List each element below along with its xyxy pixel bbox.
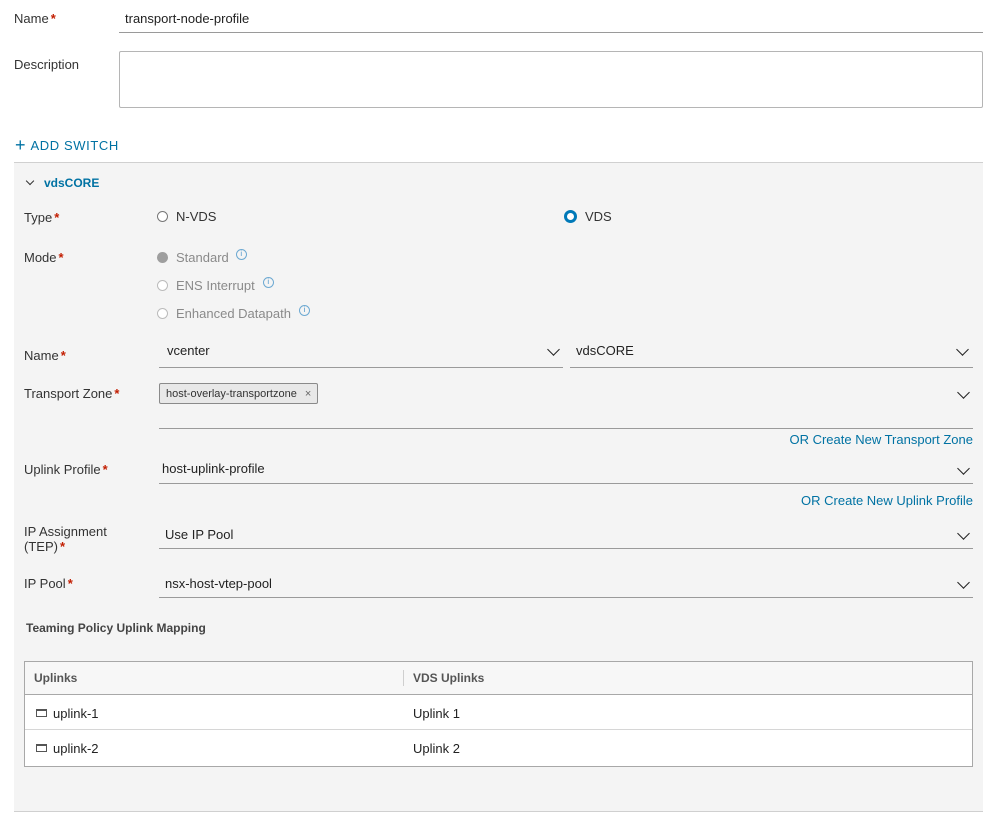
mode-label: Mode *	[24, 250, 64, 265]
row-uplink: uplink-1	[53, 706, 99, 721]
chevron-down-icon	[956, 343, 969, 356]
radio-selected-icon	[564, 210, 577, 223]
ip-assignment-value: Use IP Pool	[165, 527, 234, 542]
add-switch-button[interactable]: + ADD SWITCH	[15, 136, 119, 154]
vds-select-value: vdsCORE	[576, 343, 634, 358]
table-row[interactable]: uplink-1 Uplink 1	[25, 695, 972, 730]
type-label: Type *	[24, 210, 60, 225]
vcenter-select[interactable]: vcenter	[159, 339, 563, 368]
chevron-down-icon	[547, 343, 560, 356]
ip-assignment-label-line1: IP Assignment	[24, 524, 107, 539]
mode-radio-enhanced-datapath: Enhanced Datapath i	[157, 305, 310, 321]
switch-title[interactable]: vdsCORE	[44, 176, 99, 190]
name-label: Name *	[14, 11, 56, 26]
ip-pool-label: IP Pool *	[24, 576, 73, 591]
chevron-down-icon	[957, 386, 970, 399]
uplink-profile-select[interactable]: host-uplink-profile	[159, 456, 973, 484]
mode-radio-ens-interrupt: ENS Interrupt i	[157, 277, 274, 293]
remove-chip-icon[interactable]: ×	[305, 388, 311, 400]
transport-zone-label: Transport Zone *	[24, 386, 120, 401]
row-vds-uplink[interactable]: Uplink 1	[413, 706, 460, 721]
row-uplink: uplink-2	[53, 741, 99, 756]
info-icon[interactable]: i	[235, 249, 247, 260]
ip-assignment-label-line2: (TEP)	[24, 539, 58, 554]
transport-zone-chip-label: host-overlay-transportzone	[166, 387, 297, 400]
type-radio-vds[interactable]: VDS	[564, 209, 612, 224]
mode-option-enhanced-label: Enhanced Datapath	[176, 306, 291, 321]
vds-select[interactable]: vdsCORE	[570, 339, 973, 368]
chevron-down-icon	[957, 462, 970, 475]
plus-icon: +	[15, 135, 26, 155]
description-textarea[interactable]	[119, 51, 983, 108]
radio-disabled-selected-icon	[157, 252, 168, 263]
uplink-icon	[36, 709, 47, 717]
mode-option-standard-label: Standard	[176, 250, 229, 265]
create-uplink-profile-link[interactable]: OR Create New Uplink Profile	[801, 493, 973, 508]
info-icon[interactable]: i	[298, 305, 310, 316]
radio-disabled-icon	[157, 308, 168, 319]
uplink-profile-value: host-uplink-profile	[162, 461, 265, 476]
type-radio-nvds[interactable]: N-VDS	[157, 209, 216, 224]
uplink-profile-label: Uplink Profile *	[24, 462, 108, 477]
row-vds-uplink[interactable]: Uplink 2	[413, 741, 460, 756]
chevron-down-icon	[957, 576, 970, 589]
radio-disabled-icon	[157, 280, 168, 291]
radio-unselected-icon	[157, 211, 168, 222]
collapse-toggle[interactable]	[25, 176, 35, 186]
teaming-policy-heading: Teaming Policy Uplink Mapping	[26, 621, 206, 635]
transport-zone-chip: host-overlay-transportzone ×	[159, 383, 319, 404]
column-header-uplinks[interactable]: Uplinks	[34, 671, 77, 685]
vcenter-select-value: vcenter	[167, 343, 210, 358]
name-input[interactable]: transport-node-profile	[119, 6, 983, 33]
chevron-down-icon	[25, 176, 35, 186]
chevron-down-icon	[957, 527, 970, 540]
uplink-icon	[36, 744, 47, 752]
create-transport-zone-link[interactable]: OR Create New Transport Zone	[789, 432, 973, 447]
mode-option-ens-label: ENS Interrupt	[176, 278, 255, 293]
ip-pool-select[interactable]: nsx-host-vtep-pool	[159, 570, 973, 598]
table-row[interactable]: uplink-2 Uplink 2	[25, 730, 972, 765]
column-divider	[403, 670, 404, 686]
type-option-nvds-label: N-VDS	[176, 209, 217, 224]
uplink-mapping-grid: Uplinks VDS Uplinks uplink-1 Uplink 1 up…	[24, 661, 973, 767]
type-option-vds-label: VDS	[585, 209, 612, 224]
ip-assignment-label: IP Assignment (TEP) *	[24, 524, 107, 554]
switch-name-label: Name *	[24, 348, 66, 363]
description-label: Description	[14, 57, 80, 72]
ip-assignment-select[interactable]: Use IP Pool	[159, 521, 973, 549]
name-input-value: transport-node-profile	[125, 11, 250, 26]
mode-radio-standard: Standard i	[157, 249, 247, 265]
column-header-vds-uplinks[interactable]: VDS Uplinks	[413, 671, 484, 685]
transport-zone-select[interactable]: host-overlay-transportzone ×	[159, 380, 973, 429]
ip-pool-value: nsx-host-vtep-pool	[165, 576, 272, 591]
grid-header: Uplinks VDS Uplinks	[25, 662, 972, 695]
info-icon[interactable]: i	[262, 277, 274, 288]
